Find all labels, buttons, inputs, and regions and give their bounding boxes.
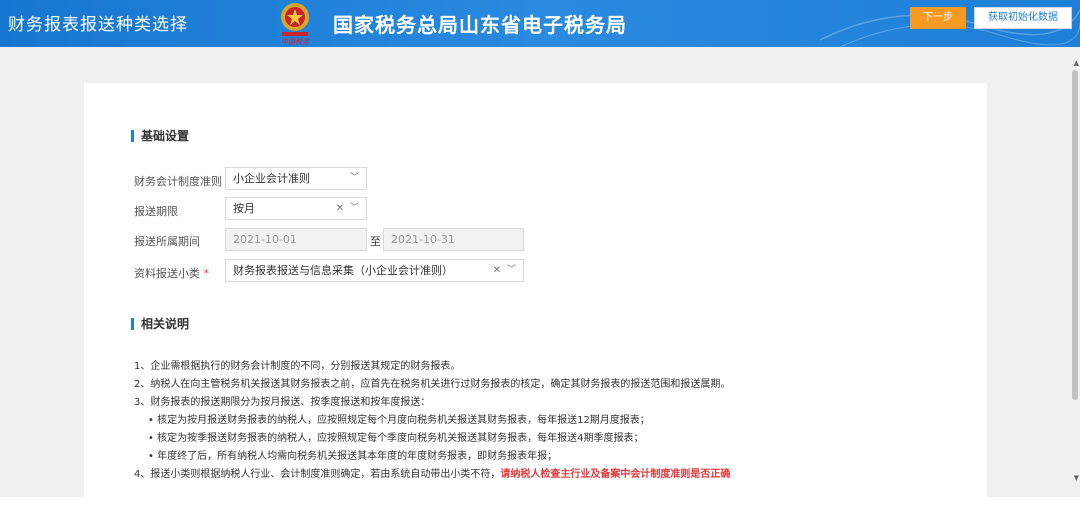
scroll-down-icon[interactable]: ▼ <box>1074 474 1079 482</box>
chevron-down-icon: ﹀ <box>349 173 359 183</box>
note-sub-item: • 核定为按月报送财务报表的纳税人，应按照规定每个月度向税务机关报送其财务报表，… <box>148 415 650 426</box>
report-category-select[interactable]: 财务报表报送与信息采集（小企业会计准则） ✕ ﹀ <box>225 259 524 282</box>
notes-list: 1、企业需根据执行的财务会计制度的不同，分别报送其规定的财务报表。 2、纳税人在… <box>134 358 964 484</box>
clear-icon[interactable]: ✕ <box>336 198 344 219</box>
report-period-label: 报送期限 <box>134 205 178 218</box>
tax-emblem-icon: 中国税务 <box>281 3 310 46</box>
next-step-button[interactable]: 下一步 <box>910 7 966 29</box>
range-end-input[interactable]: 2021-10-31 <box>383 228 524 251</box>
report-period-value: 按月 <box>233 202 255 215</box>
scrollbar-thumb[interactable] <box>1072 70 1078 400</box>
scroll-up-icon[interactable]: ▲ <box>1074 59 1079 67</box>
bottom-strip <box>0 497 1080 527</box>
note-sub-item: • 年度终了后，所有纳税人均需向税务机关报送其本年度的年度财务报表，即财务报表年… <box>148 451 558 462</box>
basic-settings-title: 基础设置 <box>131 130 189 142</box>
note-item: 3、财务报表的报送期限分为按月报送、按季度报送和按年度报送： <box>134 397 431 408</box>
accounting-standard-value: 小企业会计准则 <box>233 172 310 185</box>
report-category-value: 财务报表报送与信息采集（小企业会计准则） <box>233 264 453 277</box>
app-header: 财务报表报送种类选择 中国税务 国家税务总局山东省电子税务局 下一步 获取初始化… <box>0 0 1080 47</box>
org-name: 国家税务总局山东省电子税务局 <box>333 13 627 37</box>
get-initial-data-button[interactable]: 获取初始化数据 <box>974 7 1072 29</box>
report-period-select[interactable]: 按月 ✕ ﹀ <box>225 197 367 220</box>
report-category-label: 资料报送小类 * <box>134 265 209 281</box>
note-item-4-text: 4、报送小类则根据纳税人行业、会计制度准则确定，若由系统自动带出小类不符， <box>134 469 501 480</box>
report-range-label: 报送所属期间 <box>134 235 200 248</box>
report-category-label-text: 资料报送小类 <box>134 267 200 280</box>
required-mark: * <box>203 267 210 280</box>
note-item: 4、报送小类则根据纳税人行业、会计制度准则确定，若由系统自动带出小类不符，请纳税… <box>134 466 964 484</box>
main-card: 基础设置 财务会计制度准则 小企业会计准则 ﹀ 报送期限 按月 ✕ ﹀ 报送所属… <box>84 83 987 503</box>
accounting-standard-label: 财务会计制度准则 <box>134 175 222 188</box>
chevron-down-icon: ﹀ <box>349 203 359 213</box>
notes-title: 相关说明 <box>131 318 189 330</box>
accounting-standard-select[interactable]: 小企业会计准则 ﹀ <box>225 167 367 190</box>
range-start-input[interactable]: 2021-10-01 <box>225 228 367 251</box>
note-sub-item: • 核定为按季报送财务报表的纳税人，应按照规定每个季度向税务机关报送其财务报表，… <box>148 433 644 444</box>
range-separator: 至 <box>370 235 381 248</box>
note-item: 1、企业需根据执行的财务会计制度的不同，分别报送其规定的财务报表。 <box>134 361 461 372</box>
clear-icon[interactable]: ✕ <box>493 260 501 281</box>
page-title: 财务报表报送种类选择 <box>8 15 188 35</box>
chevron-down-icon: ﹀ <box>506 265 516 275</box>
svg-text:中国税务: 中国税务 <box>281 38 310 46</box>
note-warning: 请纳税人检查主行业及备案中会计制度准则是否正确 <box>500 469 731 480</box>
note-item: 2、纳税人在向主管税务机关报送其财务报表之前，应首先在税务机关进行过财务报表的核… <box>134 379 731 390</box>
